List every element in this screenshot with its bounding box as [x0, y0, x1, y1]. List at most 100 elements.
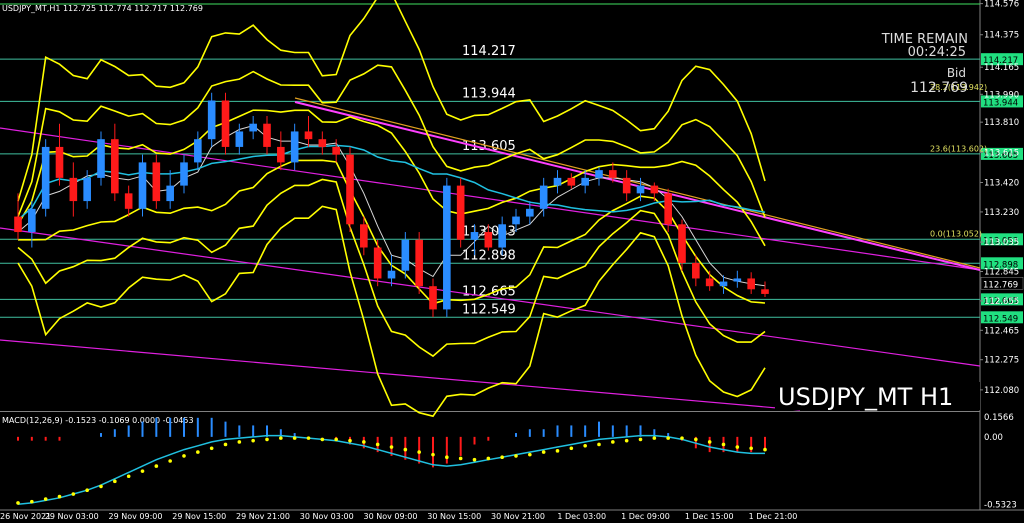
price-axis-label: 112.080	[984, 386, 1019, 396]
candle-body	[415, 239, 423, 287]
time-axis-label: 29 Nov 03:00	[45, 512, 99, 521]
candle-body	[761, 289, 769, 294]
candle-body	[28, 208, 36, 233]
candle-body	[111, 139, 119, 194]
level-price-tag-label: 112.549	[983, 314, 1018, 324]
candle-body	[429, 286, 437, 310]
macd-signal-dot	[624, 438, 629, 443]
candle-body	[664, 193, 672, 225]
candle-body	[636, 185, 645, 194]
macd-signal-dot	[265, 437, 269, 442]
candle-body	[581, 177, 589, 186]
macd-signal-dot	[652, 436, 657, 440]
macd-axis-label: 0.1566	[984, 413, 1014, 423]
price-axis-label: 113.990	[984, 90, 1019, 100]
macd-signal-dot	[694, 437, 698, 442]
candle-body	[180, 162, 188, 186]
price-axis-label: 112.655	[984, 297, 1019, 307]
macd-signal-dot	[16, 501, 20, 505]
macd-signal-dot	[707, 440, 712, 444]
macd-signal-dot	[472, 457, 477, 462]
time-axis-label: 30 Nov 03:00	[300, 512, 354, 521]
macd-signal-dot	[638, 437, 643, 442]
macd-signal-dot	[306, 436, 311, 440]
macd-signal-dot	[514, 454, 518, 458]
macd-signal-dot	[168, 459, 172, 463]
time-remain-value: 00:24:25	[908, 45, 966, 60]
price-chart[interactable]: 114.217114.217113.944113.944113.605113.6…	[0, 0, 1024, 523]
macd-signal-dot	[292, 436, 297, 440]
macd-signal-dot	[237, 440, 242, 444]
candle-body	[387, 270, 396, 279]
price-axis-label: 113.615	[984, 148, 1019, 158]
macd-signal-dot	[43, 497, 48, 501]
time-axis-label: 30 Nov 21:00	[491, 512, 545, 521]
candle-body	[318, 139, 327, 147]
macd-signal-dot	[417, 450, 421, 454]
candle-body	[277, 146, 285, 163]
macd-signal-dot	[71, 492, 76, 496]
macd-signal-dot	[57, 494, 62, 499]
fib-label: 0.0(113.052)	[930, 229, 982, 238]
candle-body	[290, 131, 299, 163]
macd-signal-dot	[486, 456, 491, 461]
candle-body	[553, 177, 562, 186]
candle-body	[14, 216, 22, 233]
time-axis-label: 30 Nov 09:00	[364, 512, 418, 521]
candle-body	[97, 139, 105, 178]
candle-body	[41, 146, 50, 209]
price-axis-label: 112.845	[984, 267, 1019, 277]
candle-body	[733, 278, 742, 282]
macd-signal-dot	[541, 450, 546, 454]
candle-body	[373, 247, 382, 279]
macd-signal-dot	[126, 474, 131, 479]
macd-signal-dot	[348, 438, 352, 443]
macd-label: MACD(12,26,9) -0.1523 -0.1069 0.0000 -0.…	[2, 416, 194, 425]
macd-signal-dot	[99, 484, 103, 489]
chart-window: 114.217114.217113.944113.944113.605113.6…	[0, 0, 1024, 523]
symbol-timeframe-label: USDJPY_MT H1	[778, 383, 953, 411]
candle-body	[678, 224, 686, 263]
macd-signal-dot	[403, 447, 408, 452]
macd-signal-dot	[85, 488, 89, 493]
macd-signal-dot	[555, 449, 560, 453]
candle-body	[705, 278, 714, 287]
price-axis-label: 114.576	[984, 0, 1019, 10]
macd-signal-dot	[320, 437, 325, 442]
candle-body	[609, 170, 617, 178]
bid-value: 112.769	[910, 80, 968, 96]
time-axis-label: 29 Nov 15:00	[172, 512, 226, 521]
macd-signal-dot	[140, 469, 145, 473]
macd-signal-dot	[528, 452, 532, 457]
price-axis-label: 114.375	[984, 31, 1019, 41]
macd-axis-label: -0.5323	[984, 500, 1017, 510]
macd-signal-dot	[334, 437, 338, 442]
macd-signal-dot	[611, 440, 615, 444]
macd-signal-dot	[721, 442, 726, 447]
candle-body	[152, 162, 161, 202]
candle-body	[650, 185, 659, 194]
macd-signal-dot	[749, 446, 753, 451]
time-axis-label: 1 Dec 21:00	[749, 512, 798, 521]
macd-signal-dot	[583, 443, 587, 448]
macd-signal-dot	[445, 455, 449, 459]
level-label: 113.944	[462, 86, 516, 101]
price-axis-label: 113.810	[984, 118, 1019, 128]
candle-body	[539, 185, 548, 209]
macd-signal-dot	[597, 442, 601, 447]
macd-signal-dot	[30, 499, 34, 504]
macd-signal-dot	[251, 438, 255, 443]
candle-body	[692, 262, 700, 279]
candle-body	[249, 123, 257, 132]
candle-body	[470, 232, 479, 240]
bid-label: Bid	[947, 66, 966, 80]
chart-header: USDJPY_MT,H1 112.725 112.774 112.717 112…	[2, 4, 203, 13]
candle-body	[124, 193, 133, 209]
candle-body	[719, 281, 728, 287]
time-axis-label: 26 Nov 2021	[0, 512, 51, 521]
time-axis-label: 29 Nov 09:00	[109, 512, 163, 521]
macd-signal-dot	[196, 450, 200, 454]
time-axis-label: 29 Nov 21:00	[236, 512, 290, 521]
candle-body	[622, 177, 631, 194]
macd-signal-dot	[389, 445, 394, 449]
